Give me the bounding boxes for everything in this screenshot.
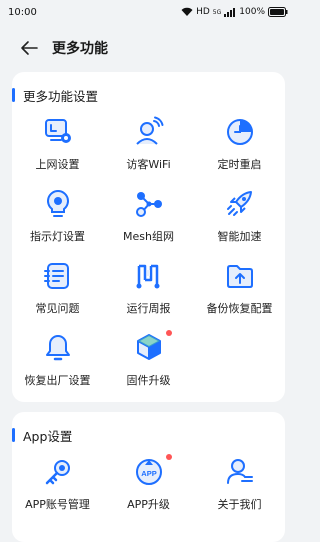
feature-label: 备份恢复配置	[206, 302, 273, 315]
back-button[interactable]	[18, 37, 40, 59]
feature-label: 定时重启	[217, 158, 262, 171]
mesh-network-icon	[135, 192, 162, 217]
section-title: App设置	[12, 426, 72, 444]
feature-label: 固件升级	[126, 374, 171, 387]
feature-label: 访客WiFi	[126, 158, 171, 171]
feature-guest-wifi[interactable]: 访客WiFi	[103, 114, 194, 182]
feature-label: 指示灯设置	[30, 230, 85, 243]
app-upgrade[interactable]: APP APP升级	[103, 454, 194, 522]
feature-label: 智能加速	[217, 230, 262, 243]
signal-label: 5G	[212, 8, 222, 16]
app-badge-text: APP	[141, 469, 156, 478]
feature-mesh-network[interactable]: Mesh组网	[103, 186, 194, 254]
feature-indicator-light[interactable]: 指示灯设置	[12, 186, 103, 254]
section-title-text: 更多功能设置	[23, 88, 99, 104]
feature-label: Mesh组网	[123, 230, 174, 243]
timed-restart-icon	[226, 119, 253, 145]
firmware-upgrade-icon	[136, 334, 161, 360]
app-about-us[interactable]: 关于我们	[194, 454, 285, 522]
battery-icon	[268, 7, 288, 17]
feature-label: 关于我们	[217, 498, 262, 511]
about-us-icon	[226, 459, 253, 484]
feature-label: 上网设置	[35, 158, 80, 171]
new-badge-dot	[165, 454, 172, 460]
more-settings-card: 更多功能设置 上网设置 访客WiFi 定时重启 指示灯设置 Mesh组网 智能加…	[12, 72, 285, 402]
guest-wifi-icon	[135, 116, 163, 145]
feature-internet-settings[interactable]: 上网设置	[12, 114, 103, 182]
signal-icon	[224, 7, 236, 17]
feature-factory-reset[interactable]: 恢复出厂设置	[12, 330, 103, 398]
feature-timed-restart[interactable]: 定时重启	[194, 114, 285, 182]
status-icons: HD 5G 100%	[181, 7, 288, 17]
account-management-icon	[45, 460, 70, 485]
factory-reset-icon	[45, 335, 70, 361]
status-bar: 10:00 HD 5G 100%	[0, 0, 297, 24]
header: 更多功能	[0, 30, 297, 66]
back-arrow-icon	[21, 41, 38, 55]
feature-faq[interactable]: 常见问题	[12, 258, 103, 326]
page-title: 更多功能	[52, 41, 108, 57]
feature-label: 运行周报	[126, 302, 171, 315]
app-account-management[interactable]: APP账号管理	[12, 454, 103, 522]
battery-label: 100%	[239, 7, 265, 17]
backup-restore-icon	[226, 265, 253, 288]
smart-boost-icon	[226, 191, 252, 216]
section-title: 更多功能设置	[12, 86, 98, 104]
section-accent-bar	[12, 88, 15, 102]
network-label: HD	[196, 7, 210, 17]
new-badge-dot	[165, 330, 172, 336]
feature-label: APP账号管理	[25, 498, 90, 511]
status-time: 10:00	[8, 6, 37, 18]
weekly-report-icon	[136, 264, 159, 289]
feature-weekly-report[interactable]: 运行周报	[103, 258, 194, 326]
wifi-icon	[181, 7, 193, 16]
section-accent-bar	[12, 428, 15, 442]
app-upgrade-icon: APP	[135, 459, 162, 485]
feature-firmware-upgrade[interactable]: 固件升级	[103, 330, 194, 398]
faq-icon	[43, 263, 69, 289]
indicator-light-icon	[46, 189, 69, 217]
section-title-text: App设置	[23, 428, 73, 444]
feature-backup-restore[interactable]: 备份恢复配置	[194, 258, 285, 326]
feature-smart-boost[interactable]: 智能加速	[194, 186, 285, 254]
feature-label: 常见问题	[35, 302, 80, 315]
feature-label: APP升级	[127, 498, 170, 511]
internet-settings-icon	[44, 119, 71, 143]
feature-label: 恢复出厂设置	[24, 374, 91, 387]
app-settings-card: App设置 APP账号管理 APP APP升级 关于我们	[12, 412, 285, 542]
